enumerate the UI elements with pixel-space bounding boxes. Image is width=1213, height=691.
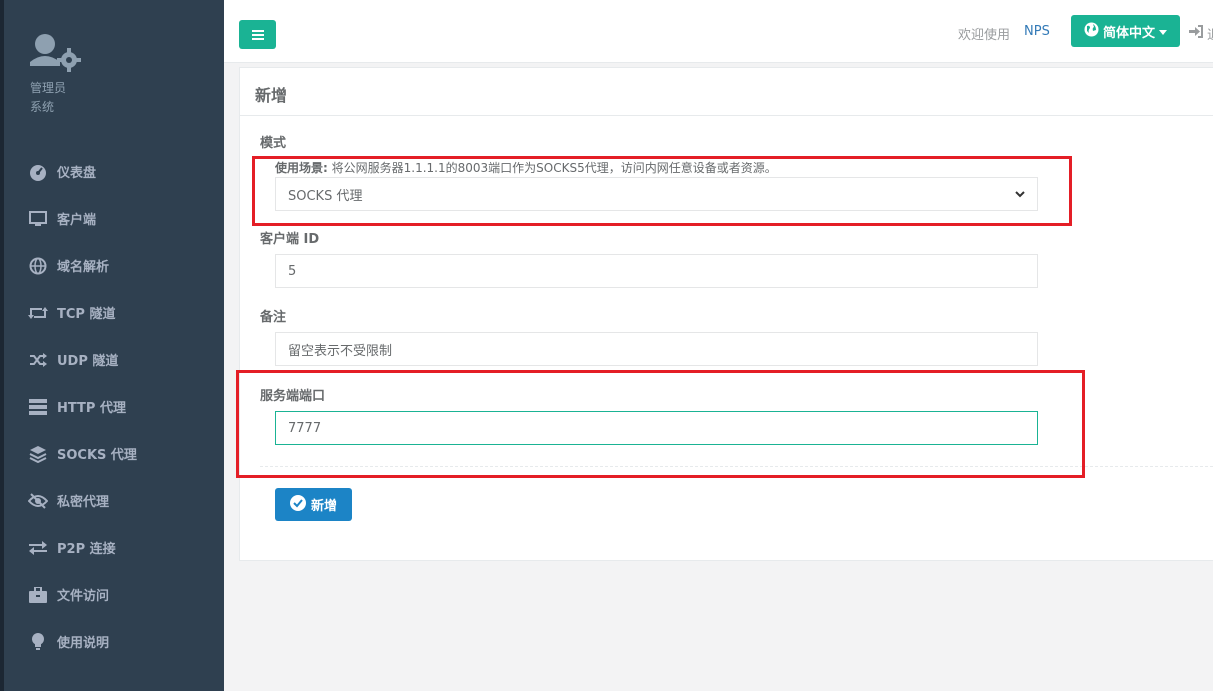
- sidebar-item-label: 客户端: [57, 213, 97, 228]
- client-id-value: 5: [288, 263, 297, 279]
- nps-link[interactable]: NPS: [1024, 24, 1050, 39]
- sidebar-item-help[interactable]: 使用说明: [4, 618, 224, 665]
- exchange-icon: [28, 538, 48, 558]
- remark-placeholder: 留空表示不受限制: [288, 343, 393, 359]
- sidebar-item-files[interactable]: 文件访问: [4, 571, 224, 618]
- sidebar-item-label: SOCKS 代理: [57, 448, 137, 463]
- sidebar-item-label: 私密代理: [57, 495, 110, 510]
- logout-label: 退: [1207, 24, 1213, 43]
- dashboard-icon: [28, 162, 48, 182]
- role-info: 管理员 系统: [30, 79, 66, 117]
- remark-input[interactable]: 留空表示不受限制: [275, 332, 1038, 366]
- sidebar-item-label: 文件访问: [57, 589, 110, 604]
- submit-label: 新增: [310, 499, 337, 514]
- language-dropdown[interactable]: 简体中文: [1071, 15, 1180, 47]
- menu-toggle-button[interactable]: [239, 20, 276, 49]
- sidebar-item-p2p[interactable]: P2P 连接: [4, 524, 224, 571]
- submit-add-button[interactable]: 新增: [275, 488, 352, 521]
- panel-title: 新增: [240, 68, 1213, 116]
- sidebar-item-label: P2P 连接: [57, 542, 116, 557]
- shuffle-icon: [28, 350, 48, 370]
- user-profile[interactable]: [30, 32, 84, 74]
- sidebar-item-clients[interactable]: 客户端: [4, 195, 224, 242]
- sidebar-item-secret[interactable]: 私密代理: [4, 477, 224, 524]
- retweet-icon: [28, 303, 48, 323]
- caret-down-icon: [1159, 24, 1167, 39]
- top-navbar: 欢迎使用 NPS 简体中文 退: [224, 0, 1213, 63]
- language-label: 简体中文: [1102, 25, 1155, 41]
- eye-slash-icon: [28, 491, 48, 511]
- add-form-panel: 新增 模式 使用场景: 将公网服务器1.1.1.1的8003端口作为SOCKS5…: [239, 67, 1213, 561]
- sidebar-item-http[interactable]: HTTP 代理: [4, 383, 224, 430]
- user-cog-icon: [30, 32, 84, 74]
- layers-icon: [28, 444, 48, 464]
- sidebar-item-socks[interactable]: SOCKS 代理: [4, 430, 224, 477]
- role-title: 管理员: [30, 81, 67, 95]
- sidebar: 管理员 系统 仪表盘 客户端 域名解析 TCP 隧道 UDP 隧道 HTTP 代…: [0, 0, 224, 691]
- sidebar-item-label: 使用说明: [57, 636, 110, 651]
- sidebar-item-label: UDP 隧道: [57, 354, 119, 369]
- sidebar-item-domain[interactable]: 域名解析: [4, 242, 224, 289]
- sidebar-item-label: 域名解析: [57, 260, 110, 275]
- sign-in-icon: [1189, 25, 1203, 42]
- role-subtitle: 系统: [30, 100, 55, 114]
- hamburger-icon: [251, 25, 264, 44]
- sidebar-item-udp[interactable]: UDP 隧道: [4, 336, 224, 383]
- briefcase-icon: [28, 585, 48, 605]
- welcome-text: 欢迎使用: [958, 28, 1011, 43]
- globe-icon: [1084, 22, 1099, 41]
- sidebar-item-tcp[interactable]: TCP 隧道: [4, 289, 224, 336]
- check-circle-icon: [289, 494, 306, 515]
- highlight-box-port: [236, 370, 1085, 478]
- monitor-icon: [28, 209, 48, 229]
- sidebar-item-label: 仪表盘: [57, 166, 97, 181]
- highlight-box-mode: [252, 156, 1072, 226]
- sidebar-nav: 仪表盘 客户端 域名解析 TCP 隧道 UDP 隧道 HTTP 代理 SOCKS…: [4, 148, 224, 665]
- server-icon: [28, 397, 48, 417]
- lightbulb-icon: [28, 632, 48, 652]
- globe-icon: [28, 256, 48, 276]
- sidebar-item-label: TCP 隧道: [57, 307, 116, 322]
- remark-label: 备注: [260, 310, 287, 325]
- client-id-input[interactable]: 5: [275, 254, 1038, 288]
- sidebar-item-label: HTTP 代理: [57, 401, 126, 416]
- client-id-label: 客户端 ID: [260, 232, 320, 247]
- sidebar-item-dashboard[interactable]: 仪表盘: [4, 148, 224, 195]
- mode-label: 模式: [260, 136, 287, 151]
- logout-link[interactable]: 退: [1189, 24, 1213, 43]
